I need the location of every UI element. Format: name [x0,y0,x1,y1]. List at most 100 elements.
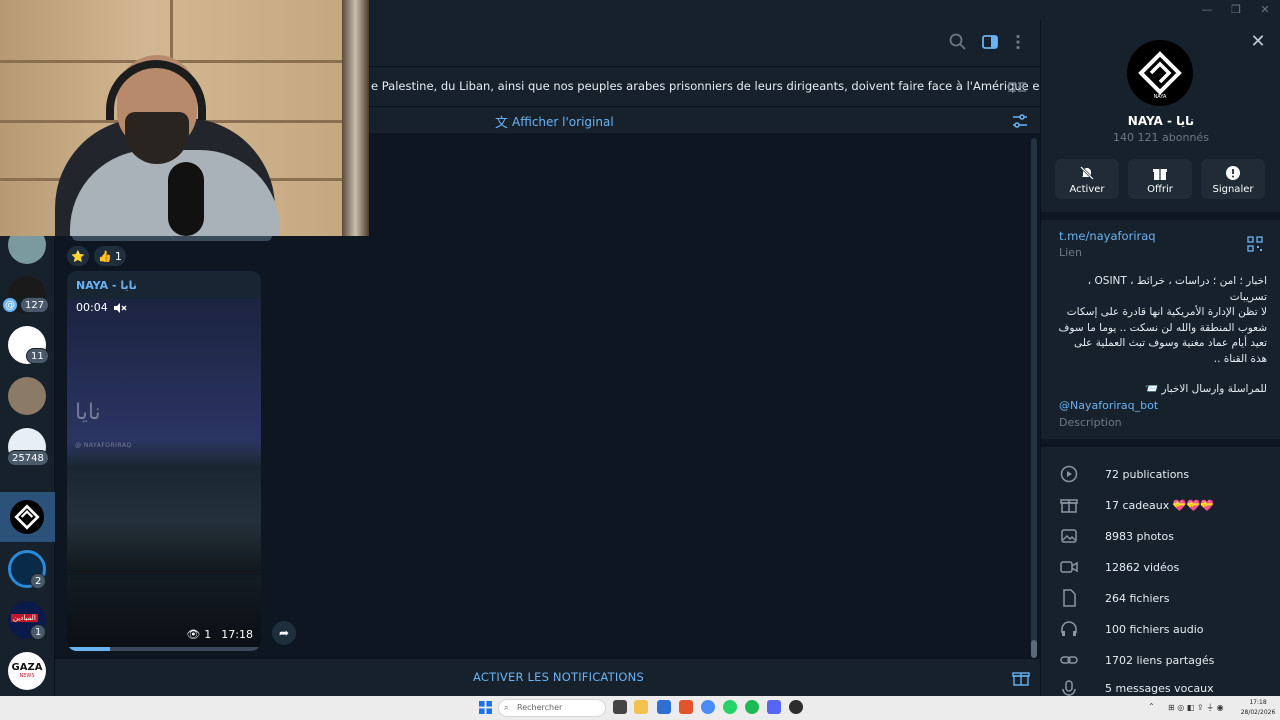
wall-stripe [0,60,369,63]
photo-icon [1061,529,1077,543]
video-icon [1060,561,1078,573]
section-divider [1041,212,1280,220]
gift-button[interactable]: Offrir [1128,159,1192,199]
search-icon: ⌕ [504,703,509,712]
pinned-list-icon[interactable] [1006,78,1028,96]
avatar-sublabel: NEWS [19,673,35,679]
stat-gifts[interactable]: 17 cadeaux 💝💝💝 [1059,493,1269,517]
chrome-icon[interactable] [701,700,715,714]
channel-subscribers: 140 121 abonnés [1113,131,1209,144]
webcam-overlay [0,0,369,236]
file-explorer-icon[interactable] [634,700,648,714]
message-author: NAYA - نايا [76,279,137,292]
sidebar-toggle-icon[interactable] [980,32,1000,52]
clock-time: 17:18 [1249,699,1267,706]
video-progress-fill [67,647,110,651]
stat-publications[interactable]: 72 publications [1059,462,1269,486]
gift-icon[interactable] [1012,669,1030,687]
whatsapp-icon[interactable] [723,700,737,714]
avatar-label: GAZA [11,662,43,673]
discord-icon[interactable] [767,700,781,714]
video-progress-bar[interactable] [67,647,261,651]
publications-icon [1060,465,1078,483]
stat-label: 264 fichiers [1105,591,1170,605]
windows-start-icon[interactable] [479,701,492,714]
translate-settings-icon[interactable] [1011,112,1029,130]
stat-voice-messages[interactable]: 5 messages vocaux [1059,679,1269,696]
telegram-window: — ❐ ✕ @ 127 11 25748 2 الميادين 1 GAZA N… [0,0,1280,716]
report-icon [1226,166,1240,180]
reaction-star[interactable]: ⭐ [67,246,89,266]
taskbar-search[interactable]: ⌕ Rechercher [498,699,606,717]
mention-badge: @ [2,297,18,313]
action-label: Offrir [1147,184,1173,195]
search-icon[interactable] [948,32,968,52]
chat-avatar-gaza[interactable]: GAZA NEWS [8,652,46,690]
channel-description-text: لا تظن الإدارة الأمريكية انها قادرة على … [1058,306,1267,365]
scrollbar-thumb[interactable] [1031,640,1037,658]
chat-avatar[interactable] [8,377,46,415]
muted-speaker-icon[interactable] [113,302,127,314]
channel-description-contact: للمراسلة وارسال الاخبار 📨 [1145,383,1267,395]
tray-chevron-icon[interactable]: ⌃ [1148,702,1155,711]
avatar-label: الميادين [11,614,38,622]
video-duration: 00:04 [76,301,127,314]
thumbs-up-emoji: 👍 [98,249,112,263]
stat-label: 8983 photos [1105,529,1174,543]
video-duration-text: 00:04 [76,301,108,314]
video-watermark: نايا [75,400,101,425]
spotify-icon[interactable] [745,700,759,714]
show-original-button[interactable]: 文 Afficher l'original [495,112,614,132]
unread-badge: 2 [30,573,47,589]
gift-icon [1060,499,1078,513]
enable-notifications-button[interactable]: ACTIVER LES NOTIFICATIONS [473,670,644,684]
channel-info-panel: ✕ NAYA NAYA - نايا 140 121 abonnés Activ… [1040,20,1280,696]
bell-off-icon [1080,166,1094,180]
naya-logo-icon [14,504,40,530]
stat-label: 17 cadeaux 💝💝💝 [1105,498,1214,512]
headphones-icon [1061,621,1077,636]
scrollbar-track[interactable] [1031,138,1037,658]
close-panel-icon[interactable]: ✕ [1248,32,1268,52]
share-button[interactable]: ➦ [272,621,296,645]
stat-label: 1702 liens partagés [1105,653,1215,667]
report-button[interactable]: Signaler [1201,159,1265,199]
task-view-icon[interactable] [613,700,627,714]
unread-badge: 127 [20,297,50,313]
message-meta: 👁 1 17:18 [186,628,253,641]
maximize-button[interactable]: ❐ [1226,2,1246,18]
channel-avatar: NAYA [1127,40,1193,106]
channel-logo-text: NAYA [1153,94,1167,100]
channel-link-label: Lien [1059,246,1082,259]
stat-links[interactable]: 1702 liens partagés [1059,648,1269,672]
brave-browser-icon[interactable] [679,700,693,714]
stat-label: 5 messages vocaux [1105,682,1214,695]
share-icon: ➦ [278,626,290,640]
channel-bot-link[interactable]: @Nayaforiraq_bot [1059,399,1158,412]
message-time: 17:18 [221,628,253,641]
mute-toggle-button[interactable]: Activer [1055,159,1119,199]
stat-photos[interactable]: 8983 photos [1059,524,1269,548]
stat-videos[interactable]: 12862 vidéos [1059,555,1269,579]
close-window-button[interactable]: ✕ [1255,2,1275,18]
show-original-label: Afficher l'original [512,114,614,129]
description-label: Description [1059,416,1122,429]
stat-files[interactable]: 264 fichiers [1059,586,1269,610]
tray-icons[interactable]: ⊞ ◎ ◧ ⇪ ⏚ ◉ [1168,702,1224,713]
app-icon[interactable] [657,700,671,714]
reaction-thumbs-up[interactable]: 👍 1 [94,246,126,266]
taskbar-clock[interactable]: 17:18 28/02/2026 [1238,698,1278,718]
app-icon[interactable] [789,700,803,714]
channel-link[interactable]: t.me/nayaforiraq [1059,229,1156,243]
unread-badge: 25748 [7,450,49,466]
section-divider [1041,439,1280,447]
channel-name: NAYA - نايا [1127,114,1195,128]
stat-audio-files[interactable]: 100 fichiers audio [1059,617,1269,641]
views-count: 1 [204,628,212,641]
more-vertical-icon[interactable] [1008,32,1028,52]
clock-date: 28/02/2026 [1240,709,1276,716]
minimize-button[interactable]: — [1197,2,1217,18]
qr-code-icon[interactable] [1247,236,1263,252]
chat-avatar-naya[interactable] [8,498,46,536]
taskbar: ⌕ Rechercher ⌃ ⊞ ◎ ◧ ⇪ ⏚ ◉ 17:18 28/02/2… [0,696,1280,720]
